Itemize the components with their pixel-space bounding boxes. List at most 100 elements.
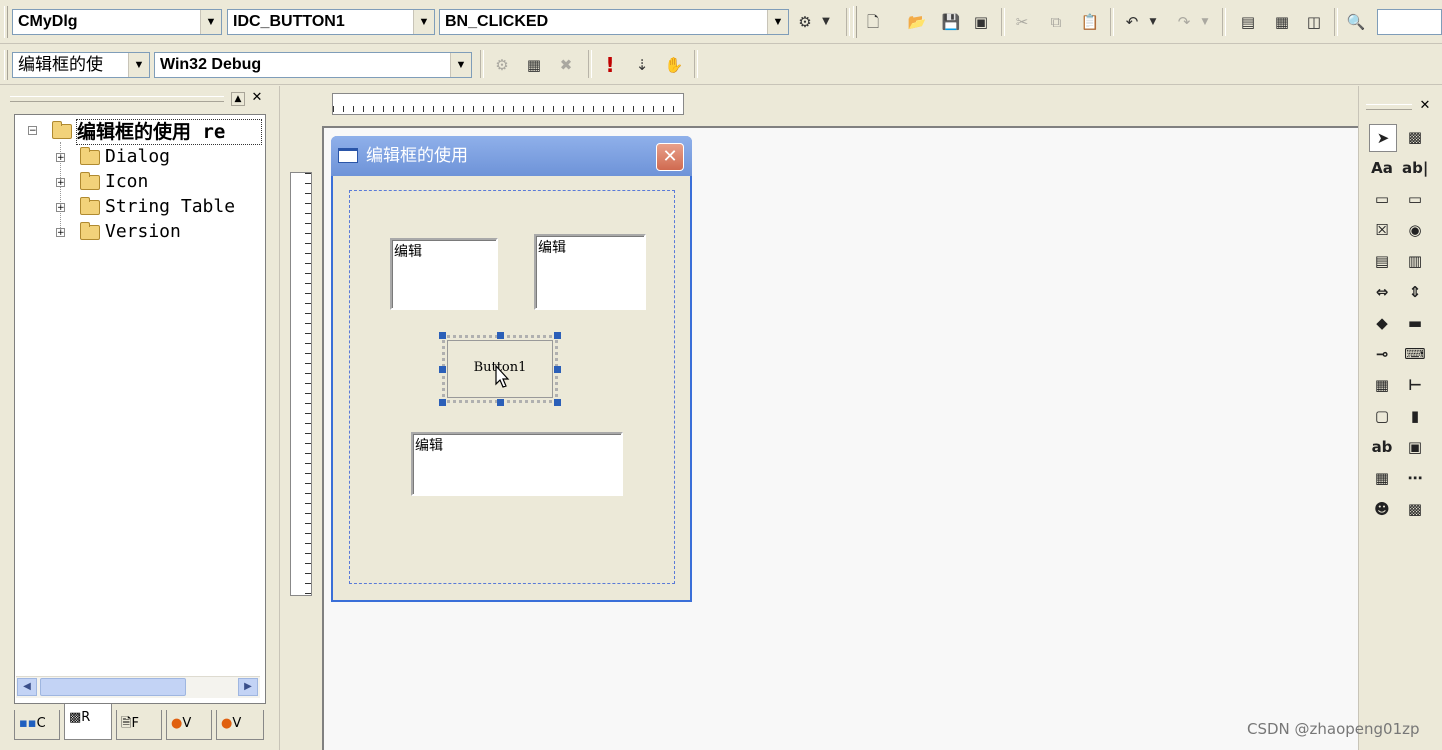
button-icon[interactable]: ▭: [1402, 186, 1428, 212]
chevron-down-icon[interactable]: ▼: [450, 53, 471, 77]
save-all-icon[interactable]: ▣: [969, 10, 993, 34]
collapse-toggle-icon[interactable]: −: [28, 126, 37, 136]
pane-splitter[interactable]: [272, 86, 280, 750]
new-text-file-icon[interactable]: 🗋: [861, 10, 885, 34]
resize-handle[interactable]: [439, 399, 446, 406]
picture-icon[interactable]: ▩: [1402, 124, 1428, 150]
expand-toggle-icon[interactable]: +: [56, 178, 65, 188]
breakpoint-hand-icon[interactable]: ✋: [662, 53, 686, 77]
toolbar-gripper[interactable]: [853, 6, 857, 38]
resize-handle[interactable]: [554, 332, 561, 339]
horizontal-ruler[interactable]: [332, 93, 684, 115]
radio-button-icon[interactable]: ◉: [1402, 217, 1428, 243]
palette-gripper[interactable]: [1366, 104, 1412, 110]
stop-build-icon[interactable]: ✖: [554, 53, 578, 77]
list-box-icon[interactable]: ▥: [1402, 248, 1428, 274]
expand-toggle-icon[interactable]: +: [56, 228, 65, 238]
month-calendar-icon[interactable]: ▦: [1369, 465, 1395, 491]
tab-view-2[interactable]: ●V: [216, 710, 264, 740]
scroll-left-icon[interactable]: ◀: [17, 678, 37, 696]
tree-item-dialog[interactable]: Dialog: [105, 145, 170, 169]
progress-icon[interactable]: ▬: [1402, 310, 1428, 336]
execute-icon[interactable]: !: [598, 53, 622, 77]
tab-control-icon[interactable]: ▢: [1369, 403, 1395, 429]
tree-item-icon[interactable]: Icon: [105, 170, 148, 194]
resize-handle[interactable]: [497, 399, 504, 406]
expand-toggle-icon[interactable]: +: [56, 203, 65, 213]
class-combo[interactable]: CMyDlg ▼: [12, 9, 222, 35]
output-window-icon[interactable]: ▦: [1270, 10, 1294, 34]
open-folder-icon[interactable]: 📂: [905, 10, 929, 34]
resize-handle[interactable]: [497, 332, 504, 339]
chevron-down-icon[interactable]: ▼: [200, 10, 221, 34]
chevron-down-icon[interactable]: ▼: [413, 10, 434, 34]
spin-icon[interactable]: ◆: [1369, 310, 1395, 336]
tree-root-label[interactable]: 编辑框的使用 re: [76, 119, 262, 145]
resize-handle[interactable]: [439, 332, 446, 339]
redo-icon[interactable]: ↷: [1172, 10, 1196, 34]
close-pane-icon[interactable]: ✕: [250, 91, 264, 106]
chevron-down-icon[interactable]: ▼: [1146, 10, 1160, 34]
chevron-down-icon[interactable]: ▼: [1198, 10, 1212, 34]
save-icon[interactable]: 💾: [939, 10, 963, 34]
hotkey-icon[interactable]: ⌨: [1402, 341, 1428, 367]
configuration-combo[interactable]: Win32 Debug ▼: [154, 52, 472, 78]
edit-control[interactable]: 编辑: [411, 432, 623, 496]
tab-view-1[interactable]: ●V: [166, 710, 212, 740]
slider-icon[interactable]: ⊸: [1369, 341, 1395, 367]
custom-control-icon[interactable]: ☻: [1369, 496, 1395, 522]
toolbar-gripper[interactable]: [4, 6, 8, 38]
edit-box-icon[interactable]: ab|: [1402, 155, 1428, 181]
tab-file-view[interactable]: 🗎F: [116, 710, 162, 740]
chevron-down-icon[interactable]: ▼: [818, 10, 834, 34]
resize-handle[interactable]: [554, 366, 561, 373]
window-list-icon[interactable]: ◫: [1302, 10, 1326, 34]
tree-control-icon[interactable]: ⊢: [1402, 372, 1428, 398]
tab-class-view[interactable]: ▪▪C: [14, 710, 60, 740]
animate-icon[interactable]: ▮: [1402, 403, 1428, 429]
project-combo[interactable]: 编辑框的使 ▼: [12, 52, 150, 78]
pointer-icon[interactable]: ➤: [1369, 124, 1397, 152]
extended-combo-icon[interactable]: ▩: [1402, 496, 1428, 522]
copy-icon[interactable]: ⧉: [1044, 10, 1068, 34]
tree-item-string-table[interactable]: String Table: [105, 195, 235, 219]
vertical-scrollbar-icon[interactable]: ⇕: [1402, 279, 1428, 305]
group-box-icon[interactable]: ▭: [1369, 186, 1395, 212]
edit-control[interactable]: 编辑: [534, 234, 646, 310]
chevron-down-icon[interactable]: ▼: [128, 53, 149, 77]
undo-icon[interactable]: ↶: [1120, 10, 1144, 34]
find-in-files-icon[interactable]: 🔍: [1344, 10, 1368, 34]
horizontal-scrollbar-icon[interactable]: ⇔: [1369, 279, 1395, 305]
close-icon[interactable]: ✕: [656, 143, 684, 171]
workspace-icon[interactable]: ▤: [1236, 10, 1260, 34]
close-palette-icon[interactable]: ✕: [1418, 99, 1432, 114]
rich-edit-icon[interactable]: ab: [1369, 434, 1395, 460]
go-debug-icon[interactable]: ⇣: [630, 53, 654, 77]
ip-address-icon[interactable]: ⋯: [1402, 465, 1428, 491]
combo-box-icon[interactable]: ▤: [1369, 248, 1395, 274]
chevron-down-icon[interactable]: ▼: [767, 10, 788, 34]
check-box-icon[interactable]: ☒: [1369, 217, 1395, 243]
resource-id-combo[interactable]: IDC_BUTTON1 ▼: [227, 9, 435, 35]
edit-control[interactable]: 编辑: [390, 238, 498, 310]
static-text-icon[interactable]: Aa: [1369, 155, 1395, 181]
message-combo[interactable]: BN_CLICKED ▼: [439, 9, 789, 35]
workspace-gripper[interactable]: [10, 96, 224, 102]
minimize-pane-icon[interactable]: ▲: [231, 92, 245, 106]
wizard-action-icon[interactable]: ⚙: [793, 10, 817, 34]
date-time-picker-icon[interactable]: ▣: [1402, 434, 1428, 460]
find-input[interactable]: [1377, 9, 1442, 35]
compile-icon[interactable]: ⚙: [490, 53, 514, 77]
cut-icon[interactable]: ✂: [1010, 10, 1034, 34]
scroll-right-icon[interactable]: ▶: [238, 678, 258, 696]
build-icon[interactable]: ▦: [522, 53, 546, 77]
expand-toggle-icon[interactable]: +: [56, 153, 65, 163]
resize-handle[interactable]: [439, 366, 446, 373]
vertical-ruler[interactable]: [290, 172, 312, 596]
toolbar-gripper[interactable]: [4, 50, 8, 80]
list-control-icon[interactable]: ▦: [1369, 372, 1395, 398]
tab-resource-view[interactable]: ▩R: [64, 704, 112, 740]
tree-item-version[interactable]: Version: [105, 220, 181, 244]
paste-icon[interactable]: 📋: [1078, 10, 1102, 34]
resize-handle[interactable]: [554, 399, 561, 406]
